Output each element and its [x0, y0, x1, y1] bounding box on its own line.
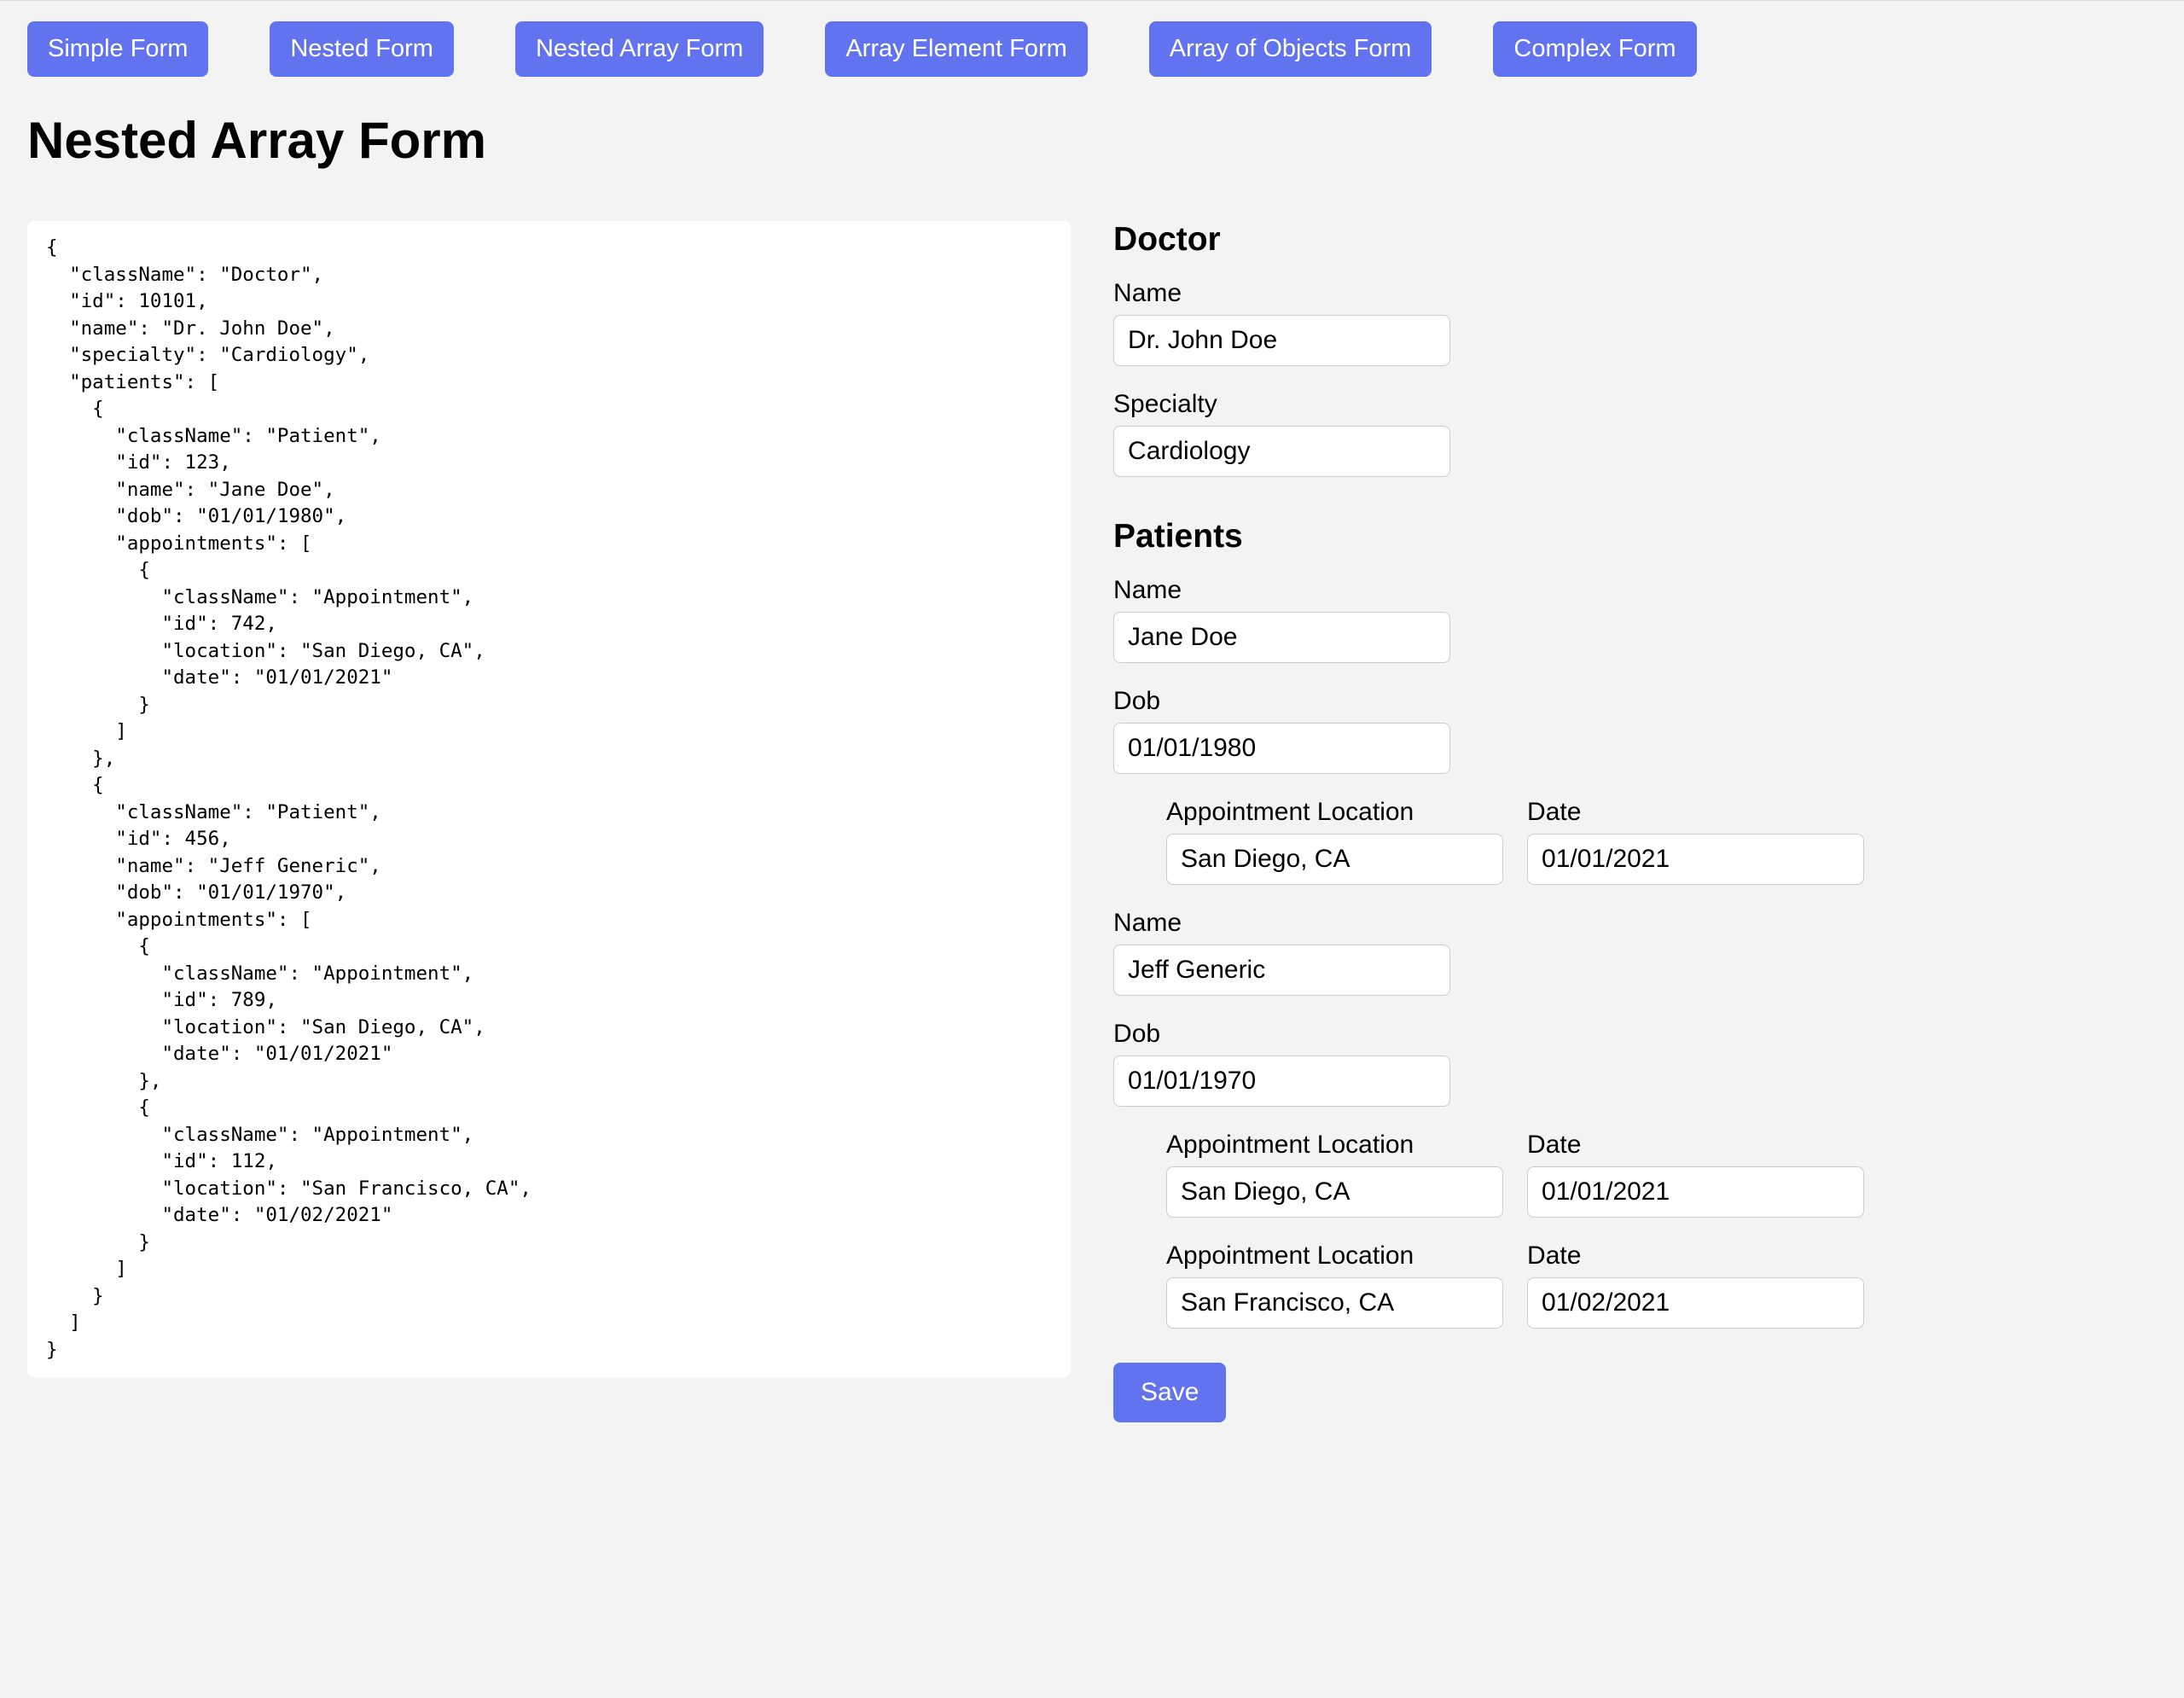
appointment-date-label: Date: [1527, 1242, 1864, 1271]
patient-name-label: Name: [1113, 909, 2157, 938]
patient-name-input[interactable]: [1113, 945, 1450, 996]
tab-nested-form[interactable]: Nested Form: [270, 21, 454, 77]
tab-simple-form[interactable]: Simple Form: [27, 21, 208, 77]
patient-name-label: Name: [1113, 576, 2157, 605]
appointment-location-input[interactable]: [1166, 1166, 1503, 1218]
appointment-location-input[interactable]: [1166, 1277, 1503, 1329]
appointment-date-label: Date: [1527, 1131, 1864, 1160]
appointment-location-label: Appointment Location: [1166, 1131, 1503, 1160]
doctor-heading: Doctor: [1113, 221, 2157, 259]
page-title: Nested Array Form: [27, 111, 2157, 170]
doctor-name-label: Name: [1113, 279, 2157, 308]
patient-dob-input[interactable]: [1113, 723, 1450, 774]
appointment-row: Appointment Location Date: [1166, 1131, 2157, 1218]
json-preview-panel: { "className": "Doctor", "id": 10101, "n…: [27, 221, 1071, 1377]
appointment-date-input[interactable]: [1527, 834, 1864, 885]
nav-tabs: Simple Form Nested Form Nested Array For…: [27, 21, 2157, 77]
doctor-specialty-label: Specialty: [1113, 390, 2157, 419]
tab-complex-form[interactable]: Complex Form: [1493, 21, 1696, 77]
patient-dob-input[interactable]: [1113, 1055, 1450, 1107]
tab-array-of-objects-form[interactable]: Array of Objects Form: [1149, 21, 1432, 77]
patient-dob-label: Dob: [1113, 1020, 2157, 1049]
doctor-specialty-input[interactable]: [1113, 426, 1450, 477]
patient-name-input[interactable]: [1113, 612, 1450, 663]
form-panel: Doctor Name Specialty Patients Name Dob Ap…: [1113, 221, 2157, 1422]
appointment-location-label: Appointment Location: [1166, 1242, 1503, 1271]
patients-heading: Patients: [1113, 518, 2157, 555]
appointment-date-label: Date: [1527, 798, 1864, 827]
appointment-location-input[interactable]: [1166, 834, 1503, 885]
appointment-row: Appointment Location Date: [1166, 1242, 2157, 1329]
json-preview-code: { "className": "Doctor", "id": 10101, "n…: [46, 235, 1052, 1364]
save-button[interactable]: Save: [1113, 1363, 1226, 1422]
patient-dob-label: Dob: [1113, 687, 2157, 716]
appointment-date-input[interactable]: [1527, 1277, 1864, 1329]
appointment-row: Appointment Location Date: [1166, 798, 2157, 885]
doctor-name-input[interactable]: [1113, 315, 1450, 366]
appointment-location-label: Appointment Location: [1166, 798, 1503, 827]
tab-nested-array-form[interactable]: Nested Array Form: [515, 21, 764, 77]
appointment-date-input[interactable]: [1527, 1166, 1864, 1218]
tab-array-element-form[interactable]: Array Element Form: [825, 21, 1087, 77]
